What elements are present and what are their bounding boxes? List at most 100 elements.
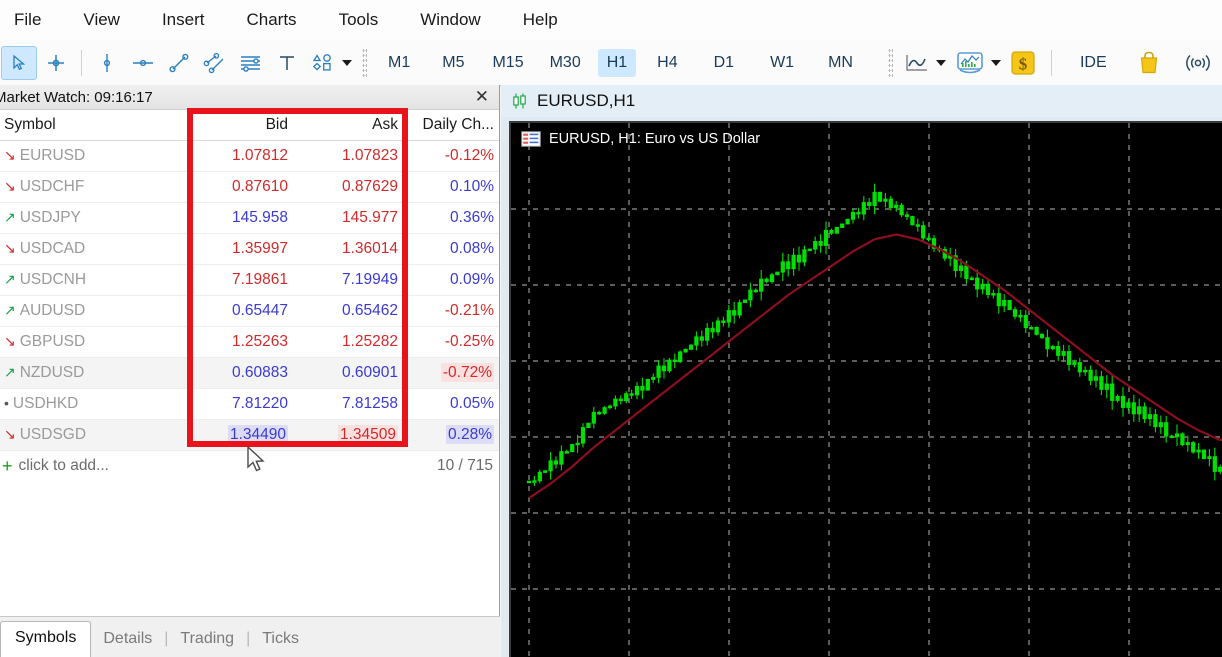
fibonacci-icon bbox=[238, 52, 264, 74]
symbol-count-label: 10 / 715 bbox=[437, 457, 499, 475]
timeframe-h4[interactable]: H4 bbox=[648, 49, 686, 77]
timeframe-mn[interactable]: MN bbox=[819, 49, 862, 77]
table-row[interactable]: ↗NZDUSD0.608830.60901-0.72% bbox=[0, 358, 499, 389]
toolbar-grip-1[interactable] bbox=[362, 48, 367, 78]
crosshair-icon bbox=[45, 52, 67, 74]
daily-change-cell: -0.25% bbox=[410, 333, 498, 351]
table-row[interactable]: ↗AUDUSD0.654470.65462-0.21% bbox=[0, 296, 499, 327]
ask-cell: 1.34509 bbox=[300, 426, 410, 444]
chart-type-button[interactable] bbox=[900, 47, 934, 79]
indicators-dropdown-arrow[interactable] bbox=[991, 60, 1001, 66]
menu-item-window[interactable]: Window bbox=[410, 10, 490, 30]
trendline-tool-button[interactable] bbox=[162, 47, 196, 79]
ask-cell-value: 0.65462 bbox=[342, 302, 398, 319]
symbol-cell: ↗USDJPY bbox=[0, 209, 190, 227]
chart-plot bbox=[511, 123, 1222, 657]
bid-cell-value: 1.35997 bbox=[232, 240, 288, 257]
trend-up-icon: ↗ bbox=[4, 209, 16, 225]
chart-canvas[interactable]: EURUSD, H1: Euro vs US Dollar 17 Nov 202… bbox=[509, 121, 1222, 657]
table-row[interactable]: •USDHKD7.812207.812580.05% bbox=[0, 389, 499, 420]
bid-cell-value: 1.07812 bbox=[232, 147, 288, 164]
timeframe-h1[interactable]: H1 bbox=[598, 49, 636, 77]
table-row[interactable]: ↘GBPUSD1.252631.25282-0.25% bbox=[0, 327, 499, 358]
symbol-cell: ↗AUDUSD bbox=[0, 302, 190, 320]
shapes-tool-button[interactable] bbox=[306, 47, 340, 79]
timeframe-w1[interactable]: W1 bbox=[761, 49, 803, 77]
signals-broadcast-icon bbox=[1184, 52, 1212, 74]
daily-change-cell: 0.08% bbox=[410, 240, 498, 258]
market-button[interactable] bbox=[1132, 47, 1166, 79]
channel-icon bbox=[202, 52, 228, 74]
menu-item-file[interactable]: File bbox=[4, 10, 51, 30]
bid-cell: 7.19861 bbox=[190, 271, 300, 289]
tab-details[interactable]: Details bbox=[91, 622, 164, 657]
daily-change-cell-value: 0.08% bbox=[450, 240, 494, 257]
signals-button[interactable] bbox=[1181, 47, 1215, 79]
channel-tool-button[interactable] bbox=[198, 47, 232, 79]
close-icon[interactable]: ✕ bbox=[469, 87, 495, 107]
shopping-bag-icon bbox=[1137, 50, 1161, 76]
chart-tab-label[interactable]: EURUSD,H1 bbox=[537, 91, 635, 111]
symbol-name: USDCNH bbox=[20, 271, 86, 288]
market-watch-rows: ↘EURUSD1.078121.07823-0.12%↘USDCHF0.8761… bbox=[0, 141, 499, 451]
ask-cell-value: 0.87629 bbox=[342, 178, 398, 195]
symbol-name: GBPUSD bbox=[20, 333, 85, 350]
timeframe-m30[interactable]: M30 bbox=[541, 49, 590, 77]
bid-cell: 1.25263 bbox=[190, 333, 300, 351]
column-header-ask[interactable]: Ask bbox=[300, 116, 410, 134]
menu-item-insert[interactable]: Insert bbox=[152, 10, 215, 30]
bid-cell-value: 0.60883 bbox=[232, 364, 288, 381]
dollar-icon: $ bbox=[1010, 50, 1036, 76]
daily-change-cell: 0.10% bbox=[410, 178, 498, 196]
table-row[interactable]: ↘USDCHF0.876100.876290.10% bbox=[0, 172, 499, 203]
trend-down-icon: ↘ bbox=[4, 147, 16, 163]
ask-cell: 1.36014 bbox=[300, 240, 410, 258]
text-tool-button[interactable] bbox=[270, 47, 304, 79]
cursor-tool-button[interactable] bbox=[1, 46, 37, 80]
autotrading-button[interactable]: $ bbox=[1006, 47, 1040, 79]
symbol-cell: ↘GBPUSD bbox=[0, 333, 190, 351]
trendline-icon bbox=[167, 52, 191, 74]
menu-item-view[interactable]: View bbox=[73, 10, 130, 30]
table-row[interactable]: ↘USDCAD 1.35997 1.36014 0.08% bbox=[0, 234, 499, 265]
ask-cell: 0.60901 bbox=[300, 364, 410, 382]
ask-cell: 1.07823 bbox=[300, 147, 410, 165]
daily-change-cell-value: -0.72% bbox=[441, 363, 494, 382]
menu-item-help[interactable]: Help bbox=[513, 10, 568, 30]
vertical-line-tool-button[interactable] bbox=[90, 47, 124, 79]
tab-ticks[interactable]: Ticks bbox=[250, 622, 311, 657]
timeframe-m1[interactable]: M1 bbox=[379, 49, 419, 77]
daily-change-cell: -0.12% bbox=[410, 147, 498, 165]
timeframe-d1[interactable]: D1 bbox=[705, 49, 743, 77]
indicators-button[interactable] bbox=[951, 47, 989, 79]
symbol-cell: ↘USDCAD bbox=[0, 240, 190, 258]
timeframe-m15[interactable]: M15 bbox=[483, 49, 532, 77]
table-row[interactable]: ↗USDCNH7.198617.199490.09% bbox=[0, 265, 499, 296]
column-header-bid[interactable]: Bid bbox=[190, 116, 300, 134]
column-header-daily-change[interactable]: Daily Ch... bbox=[410, 116, 498, 134]
timeframe-m5[interactable]: M5 bbox=[433, 49, 473, 77]
toolbar-grip-2[interactable] bbox=[888, 48, 893, 78]
bid-cell-value: 1.25263 bbox=[232, 333, 288, 350]
tab-symbols[interactable]: Symbols bbox=[0, 621, 91, 657]
table-row[interactable]: ↘EURUSD1.078121.07823-0.12% bbox=[0, 141, 499, 172]
bid-cell: 1.07812 bbox=[190, 147, 300, 165]
crosshair-tool-button[interactable] bbox=[39, 47, 73, 79]
market-watch-title: Market Watch: 09:16:17 bbox=[0, 89, 153, 106]
menu-item-tools[interactable]: Tools bbox=[329, 10, 389, 30]
fibonacci-tool-button[interactable] bbox=[234, 47, 268, 79]
shapes-dropdown-arrow[interactable] bbox=[342, 60, 352, 66]
ask-cell-value: 1.34509 bbox=[338, 425, 398, 444]
trend-down-icon: ↘ bbox=[4, 178, 16, 194]
chart-type-dropdown-arrow[interactable] bbox=[936, 60, 946, 66]
horizontal-line-tool-button[interactable] bbox=[126, 47, 160, 79]
symbol-cell: ↘USDSGD bbox=[0, 426, 190, 444]
daily-change-cell-value: 0.05% bbox=[450, 395, 494, 412]
menu-item-charts[interactable]: Charts bbox=[236, 10, 306, 30]
svg-text:$: $ bbox=[1019, 54, 1028, 73]
ide-button[interactable]: IDE bbox=[1071, 50, 1116, 76]
daily-change-cell: -0.72% bbox=[410, 364, 498, 382]
column-header-symbol[interactable]: Symbol bbox=[0, 116, 190, 134]
tab-trading[interactable]: Trading bbox=[168, 622, 246, 657]
table-row[interactable]: ↗USDJPY145.958145.9770.36% bbox=[0, 203, 499, 234]
